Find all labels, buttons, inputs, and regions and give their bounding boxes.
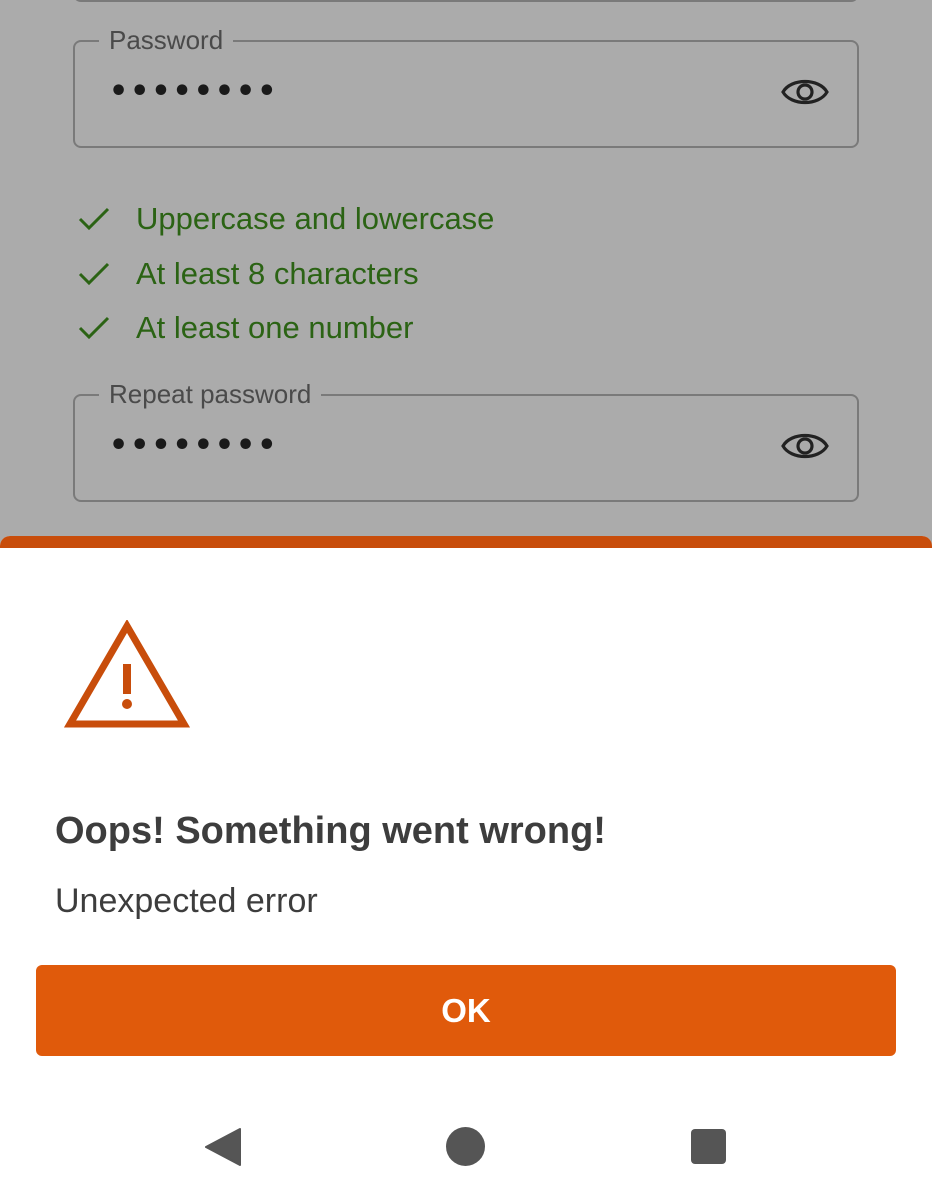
repeat-password-input[interactable]: •••••••• [109,426,278,466]
password-input[interactable]: •••••••• [109,72,278,112]
check-icon [78,317,110,340]
password-rules: Uppercase and lowercase At least 8 chara… [78,192,494,356]
repeat-password-field[interactable]: Repeat password •••••••• [73,376,859,502]
home-icon[interactable] [446,1127,485,1166]
eye-icon[interactable] [781,74,829,110]
repeat-password-label: Repeat password [99,376,322,412]
back-icon[interactable] [204,1127,242,1167]
recents-icon[interactable] [691,1129,726,1164]
check-icon [78,208,110,231]
ok-button[interactable]: OK [36,965,896,1056]
password-label: Password [99,22,234,58]
dialog-title: Oops! Something went wrong! [55,810,606,852]
rule-item: At least 8 characters [78,247,494,302]
previous-field-edge [73,0,859,2]
password-field[interactable]: Password •••••••• [73,22,859,148]
registration-form: Password •••••••• Uppercase and lowercas… [0,0,932,548]
warning-icon [64,620,190,728]
rule-text: At least 8 characters [136,255,419,291]
rule-item: At least one number [78,301,494,356]
check-icon [78,262,110,285]
eye-icon[interactable] [781,428,829,464]
rule-item: Uppercase and lowercase [78,192,494,247]
rule-text: Uppercase and lowercase [136,201,495,237]
rule-text: At least one number [136,310,414,346]
error-bottom-sheet: Oops! Something went wrong! Unexpected e… [0,536,932,1200]
sheet-accent-bar [0,536,932,548]
dialog-message: Unexpected error [55,882,318,920]
